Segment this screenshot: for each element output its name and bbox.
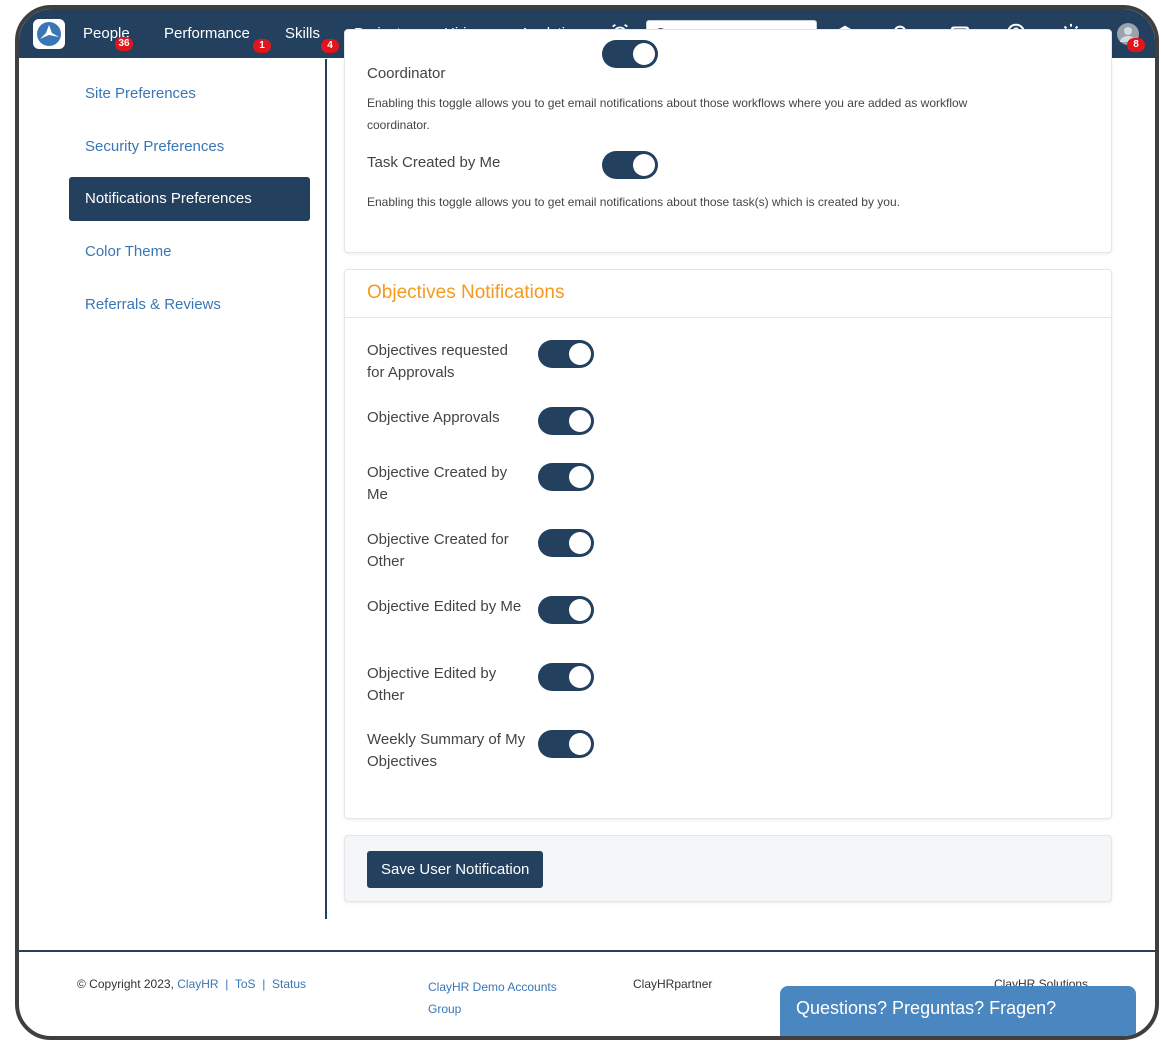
footer-divider bbox=[19, 950, 1155, 952]
toggle-knob bbox=[569, 733, 591, 755]
task-created-description: Enabling this toggle allows you to get e… bbox=[367, 195, 900, 209]
objectives-requested-toggle[interactable] bbox=[538, 340, 594, 368]
coordinator-label: Coordinator bbox=[367, 65, 446, 82]
nav-skills[interactable]: Skills bbox=[285, 25, 320, 42]
toggle-knob bbox=[633, 43, 655, 65]
clayhr-link[interactable]: ClayHR bbox=[177, 977, 218, 991]
objective-label: Objective Edited by Me bbox=[367, 598, 522, 615]
nav-performance[interactable]: Performance bbox=[164, 25, 250, 42]
toggle-knob bbox=[633, 154, 655, 176]
app-window: People 36 Performance 1 Skills 4 Project… bbox=[15, 5, 1159, 1040]
copyright-text: © Copyright 2023, bbox=[77, 977, 174, 991]
objectives-notifications-card: Objectives Notifications Objectives requ… bbox=[344, 269, 1112, 819]
objective-created-by-me-toggle[interactable] bbox=[538, 463, 594, 491]
objective-edited-by-other-toggle[interactable] bbox=[538, 663, 594, 691]
objective-label: Objective Created for Other bbox=[367, 531, 509, 570]
nav-people-badge: 36 bbox=[115, 37, 133, 51]
section-divider bbox=[345, 317, 1111, 318]
coordinator-toggle[interactable] bbox=[602, 40, 658, 68]
weekly-summary-toggle[interactable] bbox=[538, 730, 594, 758]
footer-separator: | bbox=[262, 977, 266, 991]
objective-label: Objective Edited by Other bbox=[367, 665, 497, 704]
footer-separator: | bbox=[225, 977, 229, 991]
sidebar-item-notifications-preferences[interactable]: Notifications Preferences bbox=[69, 177, 310, 221]
toggle-knob bbox=[569, 410, 591, 432]
task-created-toggle[interactable] bbox=[602, 151, 658, 179]
save-user-notification-button[interactable]: Save User Notification bbox=[367, 851, 544, 888]
nav-skills-badge: 4 bbox=[321, 39, 339, 53]
clayhr-logo[interactable] bbox=[33, 19, 65, 49]
content-divider bbox=[325, 59, 327, 919]
objective-approvals-toggle[interactable] bbox=[538, 407, 594, 435]
toggle-knob bbox=[569, 532, 591, 554]
demo-accounts-link[interactable]: ClayHR Demo Accounts Group bbox=[428, 976, 568, 1020]
save-bar: Save User Notification bbox=[344, 835, 1112, 902]
avatar-badge: 8 bbox=[1127, 38, 1145, 52]
objective-created-for-other-toggle[interactable] bbox=[538, 529, 594, 557]
sidebar-item-color-theme[interactable]: Color Theme bbox=[69, 230, 310, 274]
toggle-knob bbox=[569, 343, 591, 365]
objective-label: Objective Created by Me bbox=[367, 464, 508, 503]
objective-label: Objective Approvals bbox=[367, 409, 500, 426]
sidebar-item-referrals-reviews[interactable]: Referrals & Reviews bbox=[69, 283, 310, 327]
nav-performance-badge: 1 bbox=[253, 39, 271, 53]
chat-help-widget[interactable]: Questions? Preguntas? Fragen? bbox=[780, 986, 1136, 1036]
footer-copyright: © Copyright 2023, ClayHR | ToS | Status bbox=[77, 973, 306, 995]
sidebar-item-site-preferences[interactable]: Site Preferences bbox=[69, 72, 310, 116]
objectives-title: Objectives Notifications bbox=[367, 282, 565, 303]
workflow-notifications-card: Coordinator Enabling this toggle allows … bbox=[344, 29, 1112, 253]
status-link[interactable]: Status bbox=[272, 977, 306, 991]
task-created-label: Task Created by Me bbox=[367, 154, 501, 171]
objective-edited-by-me-toggle[interactable] bbox=[538, 596, 594, 624]
objective-label: Weekly Summary of My Objectives bbox=[367, 731, 526, 770]
nav-skills-label: Skills bbox=[285, 25, 321, 42]
partner-link[interactable]: ClayHRpartner bbox=[633, 973, 712, 995]
nav-performance-label: Performance bbox=[164, 25, 250, 42]
toggle-knob bbox=[569, 466, 591, 488]
coordinator-description: Enabling this toggle allows you to get e… bbox=[367, 96, 968, 132]
objective-label: Objectives requested for Approvals bbox=[367, 342, 508, 381]
sidebar-item-security-preferences[interactable]: Security Preferences bbox=[69, 125, 310, 169]
tos-link[interactable]: ToS bbox=[235, 977, 256, 991]
toggle-knob bbox=[569, 666, 591, 688]
toggle-knob bbox=[569, 599, 591, 621]
